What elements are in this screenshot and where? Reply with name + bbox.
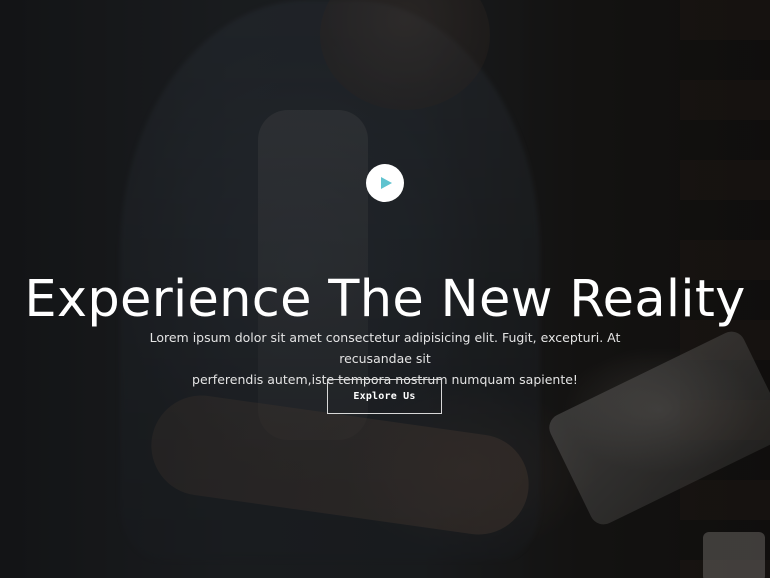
hero-section: Experience The New Reality Lorem ipsum d… [0,0,770,578]
explore-us-button[interactable]: Explore Us [327,379,442,414]
play-video-button[interactable] [366,164,404,202]
play-icon [381,177,392,189]
hero-title: Experience The New Reality [24,270,746,330]
hero-description-line-1: Lorem ipsum dolor sit amet consectetur a… [149,329,621,366]
